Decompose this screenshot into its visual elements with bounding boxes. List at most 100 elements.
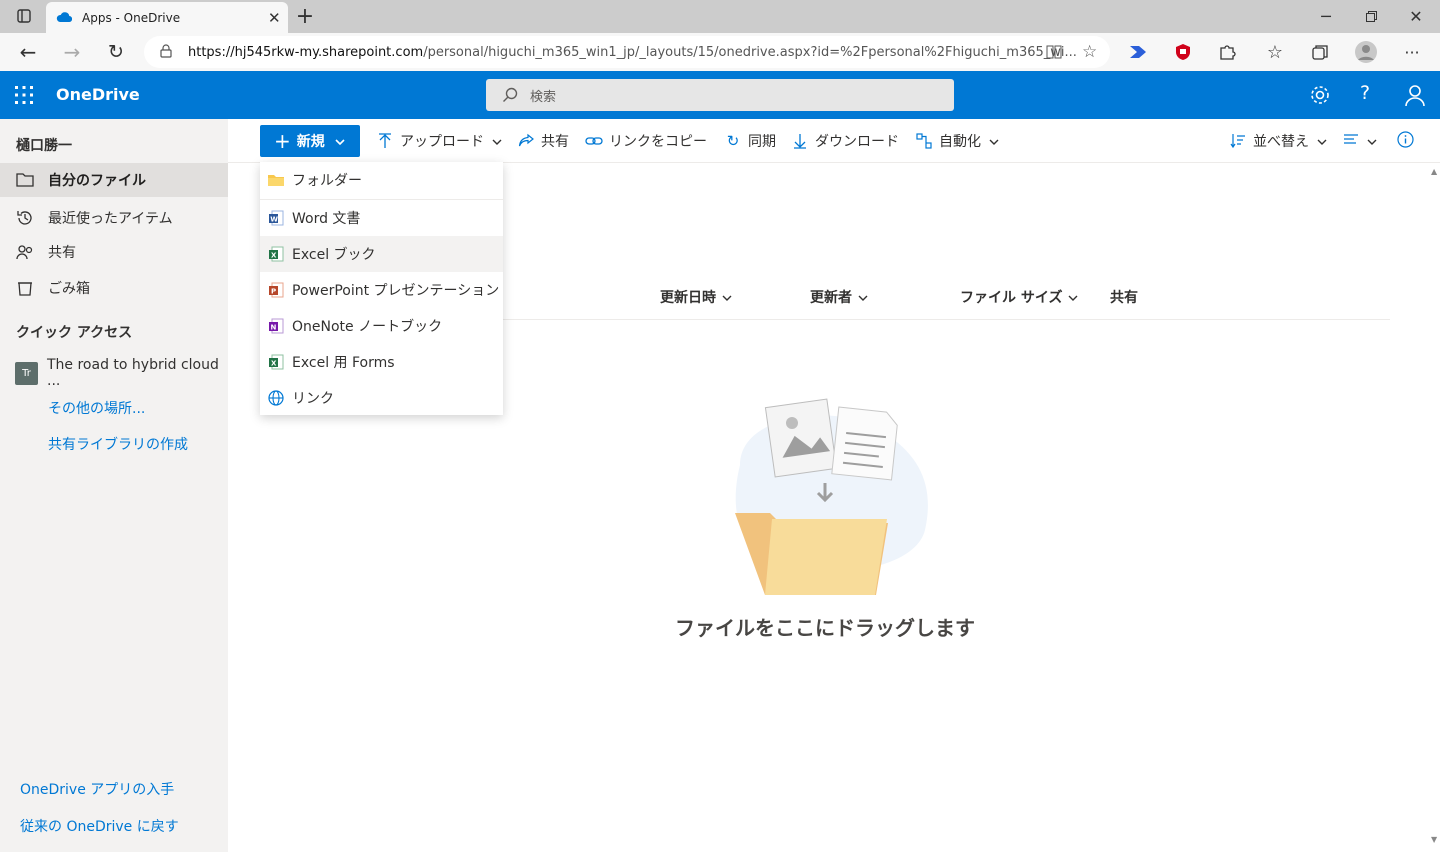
address-bar[interactable]: https://hj545rkw-my.sharepoint.com /pers… [144,36,1110,68]
suite-header: OneDrive 検索 ? [0,71,1440,119]
account-icon[interactable] [1404,83,1426,111]
extension-arrow-icon[interactable] [1122,36,1154,68]
chevron-down-icon [335,133,345,149]
sync-icon: ↻ [726,132,740,150]
shield-extension-icon[interactable] [1167,36,1199,68]
vertical-scrollbar[interactable]: ▲ ▼ [1428,163,1440,852]
menu-item-label: Excel ブック [292,247,376,263]
forward-icon[interactable]: → [56,36,88,68]
close-tab-icon[interactable]: ✕ [268,9,288,27]
chevron-down-icon [858,289,868,305]
tab-title: Apps - OneDrive [82,10,181,25]
browser-menu-icon[interactable]: ··· [1396,36,1428,68]
link-icon [585,132,603,150]
onenote-icon: N [268,318,284,334]
quick-access-heading: クイック アクセス [16,325,133,341]
left-navigation: 樋口勝一 自分のファイル 最近使ったアイテム 共有 ごみ箱 クイック アクセス … [0,119,228,852]
help-icon[interactable]: ? [1360,82,1370,104]
new-button[interactable]: + 新規 [260,125,360,157]
classic-onedrive-link[interactable]: 従来の OneDrive に戻す [20,816,179,836]
empty-state-message: ファイルをここにドラッグします [675,616,975,640]
sync-label: 同期 [748,134,776,150]
svg-text:X: X [271,252,277,260]
share-button[interactable]: 共有 [517,129,569,153]
menu-item-label: OneNote ノートブック [292,319,443,335]
menu-item-excel[interactable]: X Excel ブック [260,236,503,272]
tab-actions-icon[interactable] [8,0,40,32]
menu-item-label: リンク [292,391,334,407]
share-label: 共有 [541,134,569,150]
menu-item-label: Excel 用 Forms [292,355,395,371]
automate-button[interactable]: 自動化 [915,129,999,153]
menu-item-label: Word 文書 [292,211,361,227]
svg-text:W: W [270,216,278,224]
scroll-up-icon[interactable]: ▲ [1431,167,1437,176]
info-icon [1397,130,1414,152]
back-icon[interactable]: ← [12,36,44,68]
menu-item-word[interactable]: W Word 文書 [260,200,503,236]
sort-button[interactable]: 並べ替え [1229,129,1327,153]
info-button[interactable] [1397,129,1414,153]
menu-item-folder[interactable]: フォルダー [260,162,503,198]
create-shared-library-link[interactable]: 共有ライブラリの作成 [0,427,228,461]
copy-link-label: リンクをコピー [609,134,707,150]
upload-button[interactable]: アップロード [376,129,502,153]
extensions-puzzle-icon[interactable] [1211,36,1243,68]
user-name: 樋口勝一 [16,138,72,154]
settings-gear-icon[interactable] [1308,83,1332,111]
browser-tab[interactable]: Apps - OneDrive ✕ [46,2,288,33]
nav-recent[interactable]: 最近使ったアイテム [0,201,228,235]
sync-button[interactable]: ↻ 同期 [724,129,776,153]
more-places-link[interactable]: その他の場所... [0,391,228,425]
download-button[interactable]: ダウンロード [791,129,899,153]
column-modified-by[interactable]: 更新者 [810,287,868,307]
plus-icon: + [274,129,291,153]
column-modified[interactable]: 更新日時 [660,287,732,307]
app-launcher-icon[interactable] [14,85,34,109]
download-icon [791,132,809,150]
menu-item-link[interactable]: リンク [260,380,503,416]
nav-recycle-bin[interactable]: ごみ箱 [0,271,228,305]
new-tab-icon[interactable]: + [289,0,321,32]
get-app-link[interactable]: OneDrive アプリの入手 [20,779,174,799]
app-title[interactable]: OneDrive [56,85,140,104]
column-label: 更新者 [810,290,852,306]
collections-icon[interactable] [1304,36,1336,68]
immersive-reader-icon[interactable] [1046,44,1062,64]
nav-label: 最近使ったアイテム [48,211,173,227]
close-window-icon[interactable]: ✕ [1400,0,1432,32]
view-options-button[interactable] [1343,129,1377,153]
column-label: ファイル サイズ [960,290,1063,306]
menu-item-excel-forms[interactable]: X Excel 用 Forms [260,344,503,380]
restore-icon[interactable] [1355,0,1387,32]
svg-text:N: N [271,324,277,332]
history-icon [16,209,34,227]
upload-icon [376,132,394,150]
nav-label: 自分のファイル [48,173,146,189]
new-label: 新規 [296,134,325,150]
new-menu: フォルダー W Word 文書 X Excel ブック P PowerPoint… [260,162,503,415]
column-sharing[interactable]: 共有 [1110,287,1138,307]
copy-link-button[interactable]: リンクをコピー [585,129,707,153]
refresh-icon[interactable]: ↻ [100,36,132,68]
profile-avatar[interactable] [1350,36,1382,68]
nav-shared[interactable]: 共有 [0,235,228,269]
column-file-size[interactable]: ファイル サイズ [960,287,1078,307]
menu-item-onenote[interactable]: N OneNote ノートブック [260,308,503,344]
quick-access-site[interactable]: Tr The road to hybrid cloud ... [0,356,228,390]
minimize-icon[interactable]: ─ [1310,0,1342,32]
favorites-icon[interactable]: ☆ [1259,36,1291,68]
column-label: 更新日時 [660,290,716,306]
nav-my-files[interactable]: 自分のファイル [0,163,228,197]
quick-access-label: The road to hybrid cloud ... [47,357,219,389]
recycle-bin-icon [16,279,34,297]
add-favorite-icon[interactable]: ☆ [1082,42,1097,62]
excel-icon: X [268,246,284,262]
search-input[interactable]: 検索 [486,79,954,111]
scroll-down-icon[interactable]: ▼ [1431,835,1437,844]
column-label: 共有 [1110,290,1138,306]
url-path: /personal/higuchi_m365_win1_jp/_layouts/… [423,44,1077,60]
lock-icon[interactable] [160,44,172,62]
chevron-down-icon [989,133,999,149]
menu-item-powerpoint[interactable]: P PowerPoint プレゼンテーション [260,272,503,308]
